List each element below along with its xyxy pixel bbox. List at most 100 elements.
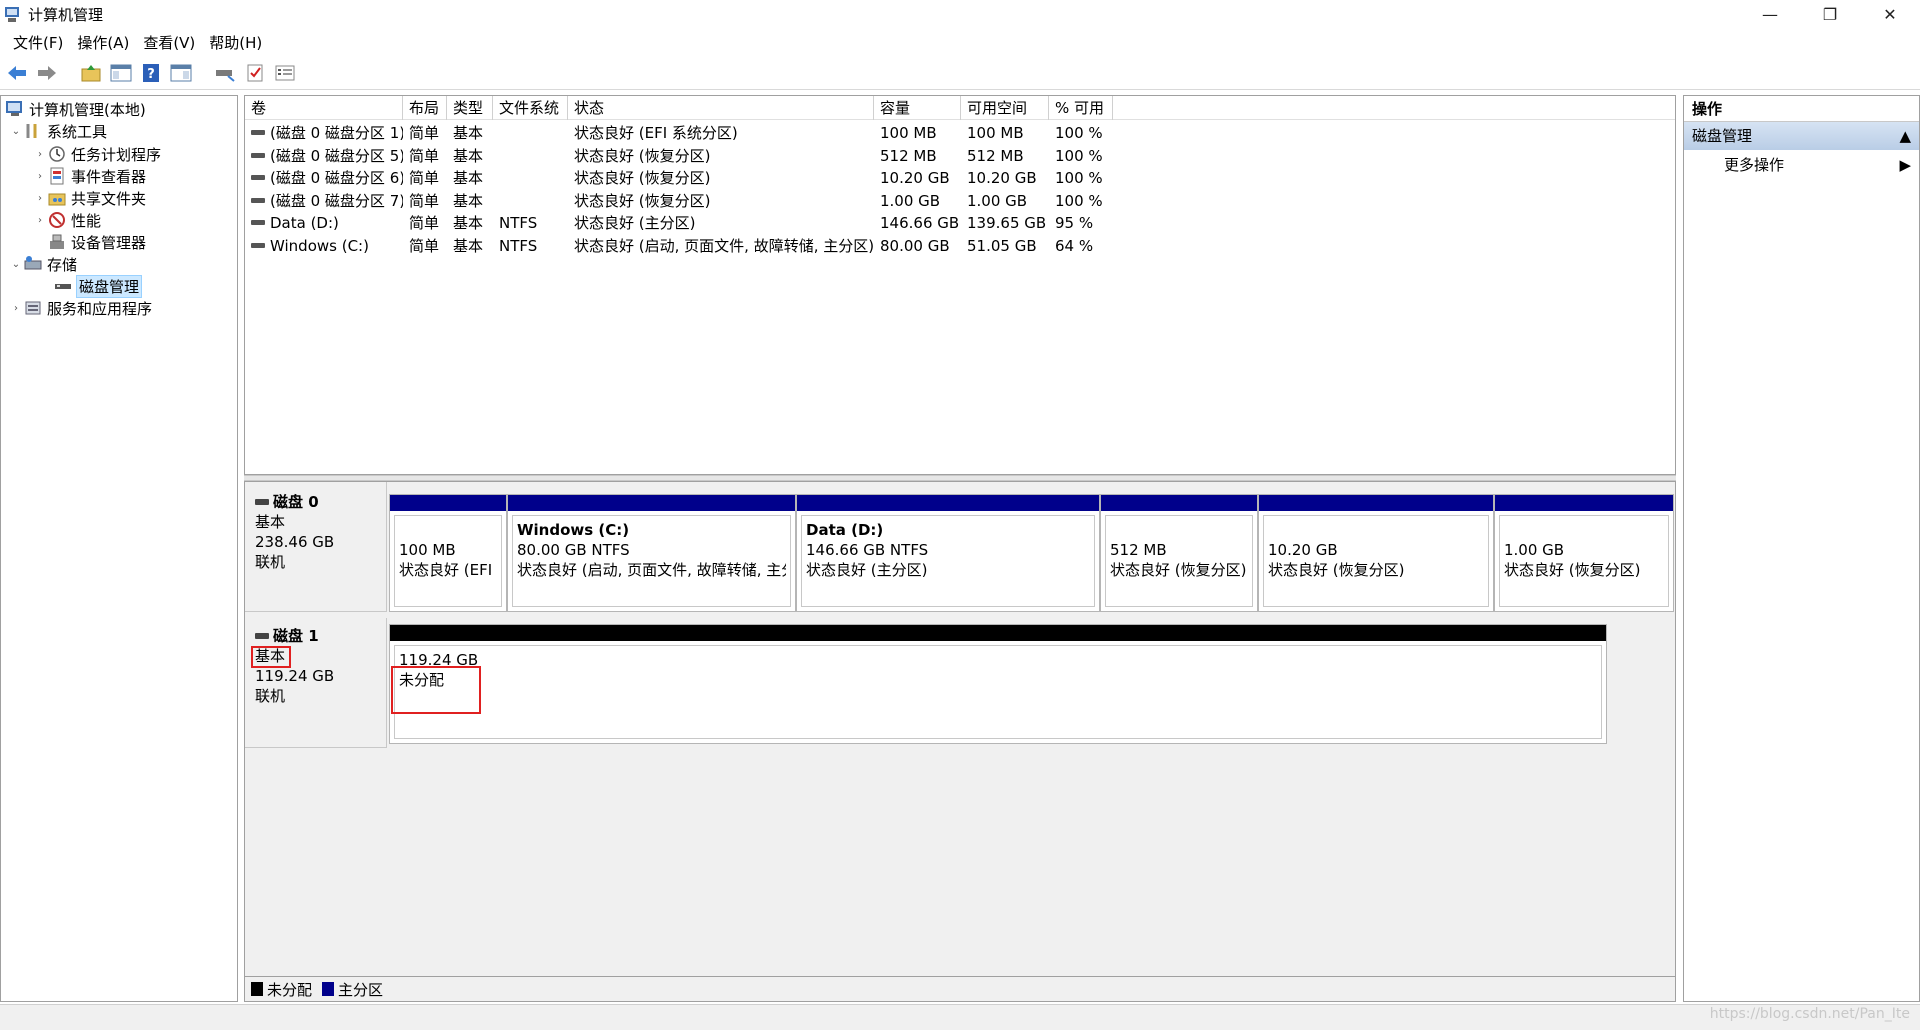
partition-unallocated[interactable]: 119.24 GB 未分配 bbox=[389, 624, 1607, 744]
table-row[interactable]: Windows (C:) 简单 基本 NTFS 状态良好 (启动, 页面文件, 故障转储… bbox=[245, 235, 1675, 257]
chevron-right-icon[interactable]: › bbox=[9, 303, 23, 314]
disk1-label[interactable]: 磁盘 1 基本 119.24 GB 联机 bbox=[245, 618, 387, 748]
chevron-right-icon[interactable]: › bbox=[33, 193, 47, 204]
more-actions-item[interactable]: 更多操作 ▶ bbox=[1684, 150, 1919, 180]
show-hide-tree-button[interactable] bbox=[108, 60, 134, 86]
menu-action[interactable]: 操作(A) bbox=[70, 31, 136, 55]
partition-efi[interactable]: 100 MB状态良好 (EFI 系统分区) bbox=[389, 494, 507, 612]
tree-item-device-manager[interactable]: 设备管理器 bbox=[47, 231, 146, 253]
menu-view[interactable]: 查看(V) bbox=[136, 31, 202, 55]
column-layout[interactable]: 布局 bbox=[403, 96, 447, 120]
services-icon bbox=[23, 299, 43, 317]
cell-capacity: 512 MB bbox=[880, 146, 937, 165]
chevron-right-icon[interactable]: › bbox=[33, 215, 47, 226]
table-row[interactable]: (磁盘 0 磁盘分区 7) 简单 基本 状态良好 (恢复分区) 1.00 GB 1.00 … bbox=[245, 190, 1675, 212]
cell-capacity: 80.00 GB bbox=[880, 236, 950, 255]
column-volume[interactable]: 卷 bbox=[245, 96, 403, 120]
actions-section-disk-management[interactable]: 磁盘管理 ▲ bbox=[1684, 122, 1919, 150]
highlight-box-unallocated bbox=[391, 666, 481, 714]
svg-text:?: ? bbox=[147, 67, 155, 82]
partition-recovery-1gb[interactable]: 1.00 GB 状态良好 (恢复分区) bbox=[1494, 494, 1674, 612]
cell-free-space: 139.65 GB bbox=[967, 214, 1047, 232]
connect-drive-button[interactable] bbox=[212, 60, 238, 86]
tree-item-task-scheduler[interactable]: › 任务计划程序 bbox=[33, 143, 161, 165]
cell-type: 基本 bbox=[453, 214, 484, 232]
minimize-button[interactable]: — bbox=[1740, 0, 1800, 29]
legend-swatch-primary bbox=[322, 982, 335, 996]
tree-item-event-viewer[interactable]: › 事件查看器 bbox=[33, 165, 146, 187]
partition-data-d[interactable]: Data (D:) 146.66 GB NTFS 状态良好 (主分区) bbox=[796, 494, 1100, 612]
chevron-right-icon[interactable]: › bbox=[33, 149, 47, 160]
column-capacity[interactable]: 容量 bbox=[874, 96, 961, 120]
forward-button[interactable] bbox=[34, 60, 60, 86]
cell-layout: 简单 bbox=[409, 236, 440, 255]
folder-up-icon bbox=[81, 65, 101, 82]
event-viewer-icon bbox=[47, 167, 67, 185]
column-status[interactable]: 状态 bbox=[568, 96, 874, 120]
actions-header: 操作 bbox=[1684, 96, 1919, 122]
chevron-right-icon[interactable]: › bbox=[33, 171, 47, 182]
help-button[interactable]: ? bbox=[138, 60, 164, 86]
action-pane-icon bbox=[170, 64, 192, 82]
cell-layout: 简单 bbox=[409, 146, 440, 165]
computer-management-icon bbox=[5, 100, 25, 118]
cell-status: 状态良好 (启动, 页面文件, 故障转储, 主分区) bbox=[574, 236, 874, 255]
table-row[interactable]: Data (D:) 简单 基本 NTFS 状态良好 (主分区) 146.66 GB 139.… bbox=[245, 212, 1675, 234]
tree-item-storage[interactable]: ⌄ 存储 bbox=[9, 253, 77, 275]
cell-free-space: 51.05 GB bbox=[967, 236, 1037, 255]
legend-primary: 主分区 bbox=[338, 980, 384, 999]
cell-status: 状态良好 (主分区) bbox=[574, 214, 696, 232]
menu-help[interactable]: 帮助(H) bbox=[202, 31, 269, 55]
restore-button[interactable]: ❐ bbox=[1800, 0, 1860, 29]
tree-item-disk-management[interactable]: 磁盘管理 bbox=[53, 274, 143, 298]
tree-item-system-tools[interactable]: ⌄ 系统工具 bbox=[9, 120, 107, 142]
up-folder-button[interactable] bbox=[78, 60, 104, 86]
help-icon: ? bbox=[143, 64, 159, 82]
disk0-label[interactable]: 磁盘 0 基本 238.46 GB 联机 bbox=[245, 482, 387, 612]
shared-folder-icon bbox=[47, 189, 67, 207]
menu-file[interactable]: 文件(F) bbox=[6, 31, 70, 55]
cell-percent-free: 100 % bbox=[1055, 191, 1103, 210]
show-hide-action-pane-button[interactable] bbox=[168, 60, 194, 86]
cell-free-space: 1.00 GB bbox=[967, 191, 1028, 210]
volume-list-header: 卷 布局 类型 文件系统 状态 容量 可用空间 % 可用 bbox=[245, 96, 1675, 120]
column-type[interactable]: 类型 bbox=[447, 96, 493, 120]
cell-status: 状态良好 (恢复分区) bbox=[574, 169, 711, 187]
list-icon bbox=[275, 65, 295, 81]
cell-layout: 简单 bbox=[409, 169, 440, 187]
chevron-down-icon[interactable]: ⌄ bbox=[9, 126, 23, 137]
properties-button[interactable] bbox=[242, 60, 268, 86]
performance-icon bbox=[47, 211, 67, 229]
cell-volume: (磁盘 0 磁盘分区 6) bbox=[245, 167, 403, 189]
partition-recovery-512mb[interactable]: 512 MB 状态良好 (恢复分区) bbox=[1100, 494, 1258, 612]
column-filesystem[interactable]: 文件系统 bbox=[493, 96, 568, 120]
partition-windows-c[interactable]: Windows (C:) 80.00 GB NTFS 状态良好 (启动, 页面文件,… bbox=[507, 494, 796, 612]
chevron-down-icon[interactable]: ⌄ bbox=[9, 259, 23, 270]
list-view-button[interactable] bbox=[272, 60, 298, 86]
tree-item-computer-management[interactable]: 计算机管理(本地) bbox=[5, 98, 146, 120]
disk-icon bbox=[255, 499, 269, 505]
tree-item-performance[interactable]: › 性能 bbox=[33, 209, 101, 231]
tree-item-services-apps[interactable]: › 服务和应用程序 bbox=[9, 297, 152, 319]
cell-type: 基本 bbox=[453, 146, 484, 165]
collapse-arrow-icon[interactable]: ▲ bbox=[1899, 122, 1911, 150]
partition-recovery-10gb[interactable]: 10.20 GB 状态良好 (恢复分区) bbox=[1258, 494, 1494, 612]
column-free-space[interactable]: 可用空间 bbox=[961, 96, 1049, 120]
table-row[interactable]: (磁盘 0 磁盘分区 5) 简单 基本 状态良好 (恢复分区) 512 MB 512 MB… bbox=[245, 145, 1675, 167]
table-row[interactable]: (磁盘 0 磁盘分区 6) 简单 基本 状态良好 (恢复分区) 10.20 GB 10.2… bbox=[245, 167, 1675, 189]
disk-graphical-view: 磁盘 0 基本 238.46 GB 联机 100 MB状态良好 (EFI 系统分… bbox=[244, 481, 1676, 1002]
cell-filesystem bbox=[493, 190, 568, 212]
table-row[interactable]: (磁盘 0 磁盘分区 1) 简单 基本 状态良好 (EFI 系统分区) 100 MB 10… bbox=[245, 122, 1675, 144]
cell-volume: Windows (C:) bbox=[245, 235, 403, 257]
column-percent-free[interactable]: % 可用 bbox=[1049, 96, 1113, 120]
submenu-arrow-icon: ▶ bbox=[1899, 156, 1911, 174]
back-button[interactable] bbox=[4, 60, 30, 86]
watermark: https://blog.csdn.net/Pan_Ite bbox=[1709, 1006, 1910, 1022]
cell-layout: 简单 bbox=[409, 191, 440, 210]
cell-layout: 简单 bbox=[409, 124, 440, 142]
tree-item-shared-folders[interactable]: › 共享文件夹 bbox=[33, 187, 146, 209]
window-title: 计算机管理 bbox=[28, 6, 104, 24]
close-button[interactable]: ✕ bbox=[1860, 0, 1920, 29]
cell-filesystem: NTFS bbox=[499, 214, 538, 232]
volume-icon bbox=[251, 130, 265, 135]
